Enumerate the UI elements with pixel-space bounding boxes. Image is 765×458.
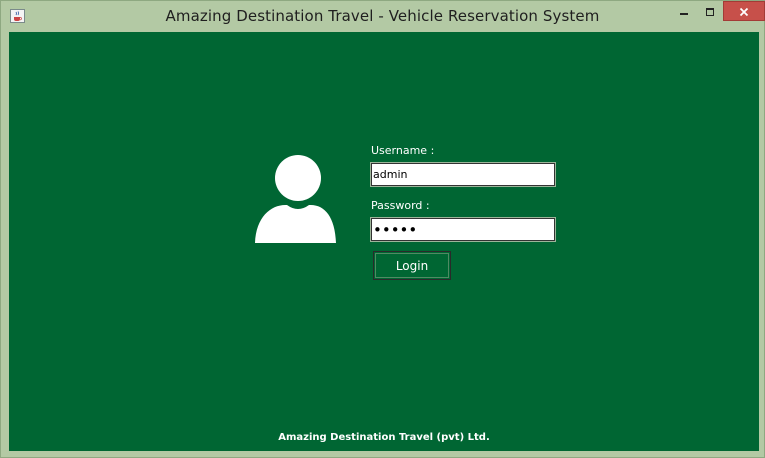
minimize-button[interactable]: [671, 1, 697, 21]
title-bar[interactable]: Amazing Destination Travel - Vehicle Res…: [1, 1, 765, 31]
user-icon: [254, 154, 336, 243]
app-window: Amazing Destination Travel - Vehicle Res…: [0, 0, 765, 458]
password-field[interactable]: •••••: [370, 217, 556, 242]
footer-company-name: Amazing Destination Travel (pvt) Ltd.: [278, 432, 490, 443]
minimize-icon: [679, 2, 689, 21]
username-label: Username :: [371, 144, 435, 157]
window-title: Amazing Destination Travel - Vehicle Res…: [165, 7, 600, 25]
password-label: Password :: [371, 199, 430, 212]
maximize-button[interactable]: [697, 1, 723, 21]
login-panel: Username : admin Password : ••••• Login …: [9, 32, 759, 451]
close-icon: [739, 2, 749, 21]
username-field[interactable]: admin: [370, 162, 556, 187]
maximize-icon: [705, 2, 715, 21]
close-button[interactable]: [723, 1, 765, 21]
login-button[interactable]: Login: [373, 251, 451, 280]
